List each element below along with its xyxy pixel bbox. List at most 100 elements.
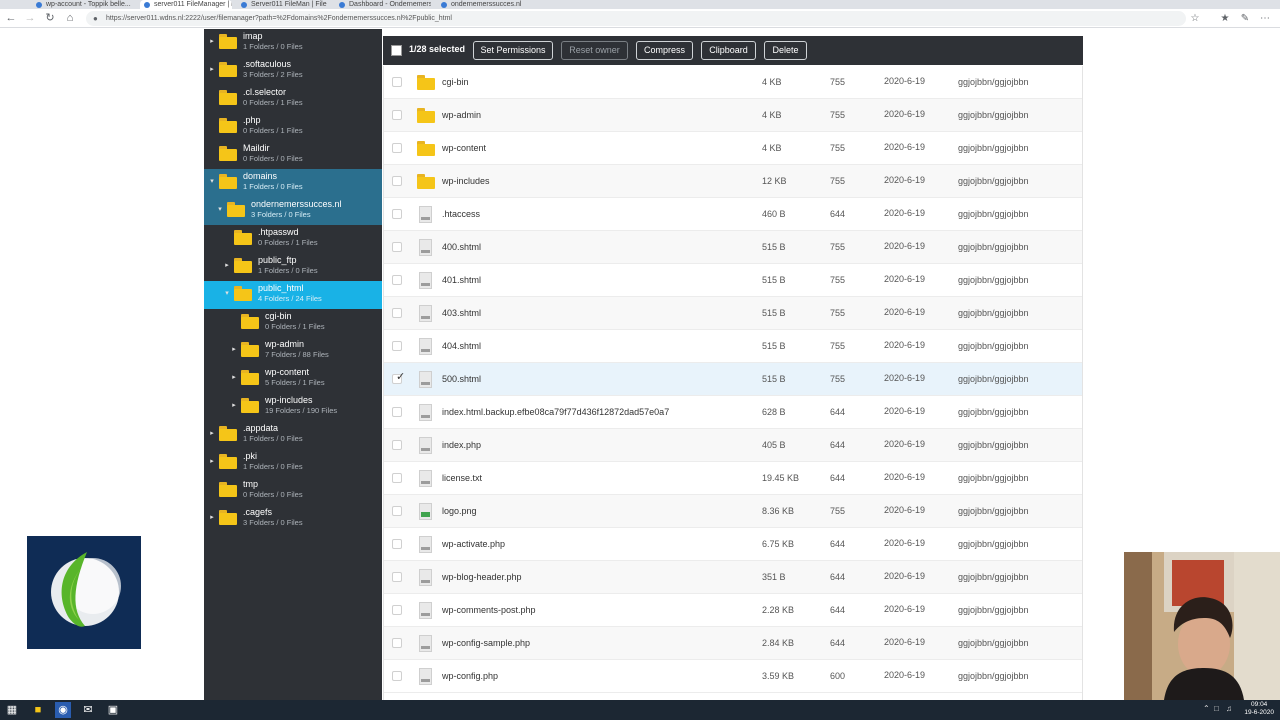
tree-item[interactable]: Maildir 0 Folders / 0 Files: [204, 141, 382, 169]
row-checkbox[interactable]: [392, 638, 402, 648]
file-name[interactable]: .htaccess: [442, 209, 480, 219]
row-checkbox[interactable]: [392, 77, 402, 87]
file-row[interactable]: wp-config-sample.php 2.84 KB 644 2020-6-19 g…: [384, 627, 1082, 660]
caret-down-icon[interactable]: ▾: [216, 205, 224, 215]
file-row[interactable]: wp-activate.php 6.75 KB 644 2020-6-19 ggjojb…: [384, 528, 1082, 561]
tree-item[interactable]: .php 0 Folders / 1 Files: [204, 113, 382, 141]
browser-tab[interactable]: Server011 FileMan | File Man...: [237, 0, 329, 9]
pen-icon[interactable]: ✎: [1238, 11, 1252, 26]
caret-down-icon[interactable]: ▾: [208, 177, 216, 187]
app-window-icon[interactable]: ▣: [105, 702, 121, 718]
caret-right-icon[interactable]: ▸: [208, 37, 216, 47]
tree-item[interactable]: ▸ wp-admin 7 Folders / 88 Files: [204, 337, 382, 365]
row-checkbox[interactable]: [392, 110, 402, 120]
file-row[interactable]: 400.shtml 515 B 755 2020-6-19 ggjojbbn/ggjoj…: [384, 231, 1082, 264]
caret-right-icon[interactable]: ▸: [230, 401, 238, 411]
row-checkbox[interactable]: [392, 539, 402, 549]
tree-item[interactable]: ▸ .pki 1 Folders / 0 Files: [204, 449, 382, 477]
tray-chevron-icon[interactable]: ⌃: [1203, 704, 1210, 713]
file-row[interactable]: .htaccess 460 B 644 2020-6-19 ggjojbbn/ggjoj…: [384, 198, 1082, 231]
file-row[interactable]: logo.png 8.36 KB 755 2020-6-19 ggjojbbn/ggjo…: [384, 495, 1082, 528]
address-bar[interactable]: ● https://server011.wdns.nl:2222/user/fi…: [86, 11, 1186, 26]
caret-right-icon[interactable]: ▸: [223, 261, 231, 271]
compress-button[interactable]: Compress: [636, 41, 693, 60]
caret-right-icon[interactable]: ▸: [208, 429, 216, 439]
file-row[interactable]: 500.shtml 515 B 755 2020-6-19 ggjojbbn/ggjoj…: [384, 363, 1082, 396]
home-icon[interactable]: ⌂: [62, 11, 78, 26]
row-checkbox[interactable]: [392, 473, 402, 483]
row-checkbox[interactable]: [392, 605, 402, 615]
row-checkbox[interactable]: [392, 341, 402, 351]
caret-right-icon[interactable]: ▸: [230, 345, 238, 355]
file-name[interactable]: 404.shtml: [442, 341, 481, 351]
file-row[interactable]: license.txt 19.45 KB 644 2020-6-19 ggjojbbn/…: [384, 462, 1082, 495]
browser-tab[interactable]: ondernemerssucces.nl: [437, 0, 537, 9]
file-name[interactable]: wp-blog-header.php: [442, 572, 522, 582]
file-name[interactable]: 500.shtml: [442, 374, 481, 384]
row-checkbox[interactable]: [392, 143, 402, 153]
row-checkbox[interactable]: [392, 506, 402, 516]
tree-item[interactable]: ▸ imap 1 Folders / 0 Files: [204, 29, 382, 57]
caret-right-icon[interactable]: ▸: [230, 373, 238, 383]
back-icon[interactable]: ←: [3, 11, 19, 26]
file-row[interactable]: index.html.backup.efbe08ca79f77d436f1287…: [384, 396, 1082, 429]
tree-item[interactable]: ▾ public_html 4 Folders / 24 Files: [204, 281, 382, 309]
caret-right-icon[interactable]: ▸: [208, 457, 216, 467]
file-name[interactable]: index.php: [442, 440, 481, 450]
reset-owner-button[interactable]: Reset owner: [561, 41, 628, 60]
menu-icon[interactable]: ⋯: [1258, 11, 1272, 26]
file-row[interactable]: wp-config.php 3.59 KB 600 2020-6-19 ggjojbbn…: [384, 660, 1082, 693]
file-row[interactable]: 403.shtml 515 B 755 2020-6-19 ggjojbbn/ggjoj…: [384, 297, 1082, 330]
tree-item[interactable]: ▾ domains 1 Folders / 0 Files: [204, 169, 382, 197]
file-row[interactable]: wp-content 4 KB 755 2020-6-19 ggjojbbn/ggjoj…: [384, 132, 1082, 165]
set-permissions-button[interactable]: Set Permissions: [473, 41, 553, 60]
tree-item[interactable]: ▸ .cagefs 3 Folders / 0 Files: [204, 505, 382, 533]
row-checkbox[interactable]: [392, 671, 402, 681]
row-checkbox[interactable]: [392, 308, 402, 318]
file-explorer-icon[interactable]: ■: [30, 702, 46, 718]
row-checkbox[interactable]: [392, 209, 402, 219]
delete-button[interactable]: Delete: [764, 41, 807, 60]
tree-item[interactable]: ▸ .appdata 1 Folders / 0 Files: [204, 421, 382, 449]
file-row[interactable]: wp-comments-post.php 2.28 KB 644 2020-6-19 g…: [384, 594, 1082, 627]
network-icon[interactable]: □: [1214, 704, 1219, 713]
file-name[interactable]: index.html.backup.efbe08ca79f77d436f1287…: [442, 407, 669, 417]
file-name[interactable]: logo.png: [442, 506, 477, 516]
tree-item[interactable]: ▸ wp-includes 19 Folders / 190 Files: [204, 393, 382, 421]
row-checkbox[interactable]: [392, 242, 402, 252]
row-checkbox[interactable]: [392, 440, 402, 450]
file-row[interactable]: wp-blog-header.php 351 B 644 2020-6-19 ggjoj…: [384, 561, 1082, 594]
file-row[interactable]: index.php 405 B 644 2020-6-19 ggjojbbn/ggjoj…: [384, 429, 1082, 462]
browser-tab[interactable]: Dashboard - Ondernemers...: [335, 0, 431, 9]
file-name[interactable]: license.txt: [442, 473, 482, 483]
file-name[interactable]: wp-admin: [442, 110, 481, 120]
tree-item[interactable]: .cl.selector 0 Folders / 1 Files: [204, 85, 382, 113]
row-checkbox[interactable]: [392, 275, 402, 285]
file-row[interactable]: wp-includes 12 KB 755 2020-6-19 ggjojbbn/ggj…: [384, 165, 1082, 198]
tree-item[interactable]: ▸ .softaculous 3 Folders / 2 Files: [204, 57, 382, 85]
tree-item[interactable]: ▾ ondernemerssucces.nl 3 Folders / 0 Files: [204, 197, 382, 225]
file-row[interactable]: cgi-bin 4 KB 755 2020-6-19 ggjojbbn/ggjojbbn: [384, 66, 1082, 99]
reload-icon[interactable]: ↻: [42, 11, 58, 26]
forward-icon[interactable]: →: [22, 11, 38, 26]
file-name[interactable]: 403.shtml: [442, 308, 481, 318]
file-name[interactable]: wp-comments-post.php: [442, 605, 536, 615]
file-row[interactable]: 404.shtml 515 B 755 2020-6-19 ggjojbbn/ggjoj…: [384, 330, 1082, 363]
caret-down-icon[interactable]: ▾: [223, 289, 231, 299]
file-name[interactable]: wp-includes: [442, 176, 490, 186]
select-all-checkbox[interactable]: [391, 45, 402, 56]
row-checkbox[interactable]: [392, 176, 402, 186]
mail-icon[interactable]: ✉: [80, 702, 96, 718]
windows-start-icon[interactable]: ▦: [4, 702, 20, 718]
caret-right-icon[interactable]: ▸: [208, 65, 216, 75]
row-checkbox[interactable]: [392, 572, 402, 582]
collections-icon[interactable]: ★: [1218, 11, 1232, 26]
caret-right-icon[interactable]: ▸: [208, 513, 216, 523]
file-name[interactable]: wp-config.php: [442, 671, 498, 681]
bookmark-star-icon[interactable]: ☆: [1188, 11, 1202, 26]
file-name[interactable]: cgi-bin: [442, 77, 469, 87]
file-row[interactable]: 401.shtml 515 B 755 2020-6-19 ggjojbbn/ggjoj…: [384, 264, 1082, 297]
file-name[interactable]: 401.shtml: [442, 275, 481, 285]
file-row[interactable]: wp-admin 4 KB 755 2020-6-19 ggjojbbn/ggjojbb…: [384, 99, 1082, 132]
tree-item[interactable]: ▸ public_ftp 1 Folders / 0 Files: [204, 253, 382, 281]
